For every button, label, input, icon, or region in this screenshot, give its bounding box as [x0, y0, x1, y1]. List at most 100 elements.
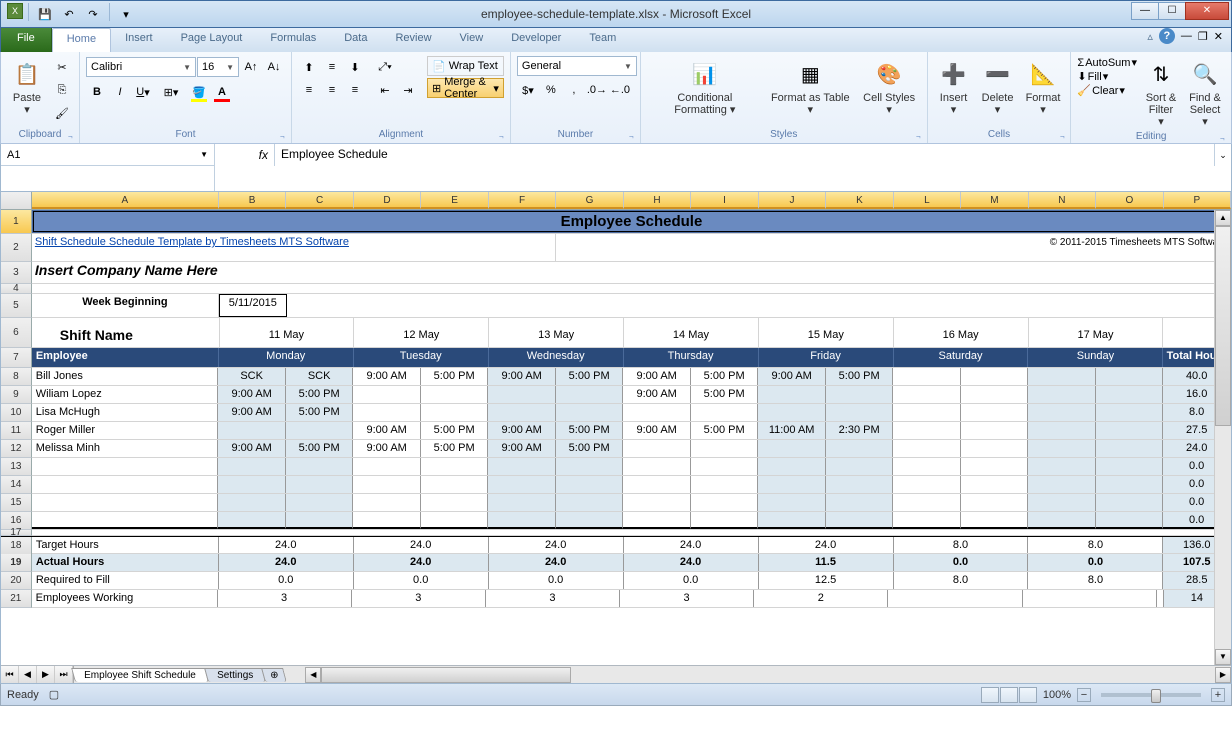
new-sheet-icon[interactable]: ⊕ — [261, 668, 287, 682]
macro-record-icon[interactable]: ▢ — [49, 688, 59, 701]
view-normal-icon[interactable] — [981, 687, 999, 703]
row-header[interactable]: 14 — [1, 476, 32, 494]
date-header[interactable]: 13 May — [489, 318, 624, 347]
autosum-button[interactable]: Σ AutoSum ▾ — [1077, 56, 1137, 69]
shift-cell[interactable]: 9:00 AM — [488, 368, 556, 385]
shift-cell[interactable] — [826, 512, 894, 529]
shift-cell[interactable] — [1096, 368, 1164, 385]
clear-button[interactable]: 🧹 Clear ▾ — [1077, 84, 1137, 97]
shift-cell[interactable] — [893, 476, 961, 493]
view-pagebreak-icon[interactable] — [1019, 687, 1037, 703]
shift-cell[interactable]: 5:00 PM — [421, 368, 489, 385]
shift-cell[interactable] — [556, 458, 624, 475]
summary-value[interactable] — [1157, 590, 1164, 607]
week-beginning-date[interactable]: 5/11/2015 — [219, 294, 287, 317]
employee-header[interactable]: Employee — [32, 348, 219, 367]
shift-cell[interactable] — [488, 404, 556, 421]
col-header[interactable]: D — [354, 192, 421, 209]
tab-page-layout[interactable]: Page Layout — [167, 28, 257, 52]
row-header[interactable]: 8 — [1, 368, 32, 386]
shift-cell[interactable]: 5:00 PM — [691, 386, 759, 403]
shift-cell[interactable] — [286, 476, 354, 493]
shift-cell[interactable] — [623, 512, 691, 529]
employee-name[interactable] — [32, 458, 219, 475]
shift-cell[interactable] — [893, 368, 961, 385]
summary-value[interactable]: 8.0 — [894, 572, 1029, 589]
date-header[interactable]: 16 May — [894, 318, 1029, 347]
employee-name[interactable] — [32, 476, 219, 493]
shift-cell[interactable]: 5:00 PM — [826, 368, 894, 385]
shift-cell[interactable]: 5:00 PM — [286, 386, 354, 403]
summary-value[interactable]: 8.0 — [1028, 572, 1163, 589]
tab-home[interactable]: Home — [52, 28, 111, 52]
shift-cell[interactable] — [961, 368, 1029, 385]
row-header[interactable]: 17 — [1, 530, 32, 536]
shift-cell[interactable] — [691, 476, 759, 493]
shift-cell[interactable]: 9:00 AM — [758, 368, 826, 385]
row-header[interactable]: 12 — [1, 440, 32, 458]
summary-value[interactable]: 3 — [620, 590, 754, 607]
shift-cell[interactable] — [286, 494, 354, 511]
shift-cell[interactable] — [353, 386, 421, 403]
shift-cell[interactable]: 5:00 PM — [556, 368, 624, 385]
row-header[interactable]: 7 — [1, 348, 32, 368]
row-header[interactable]: 5 — [1, 294, 32, 318]
maximize-button[interactable]: ☐ — [1158, 2, 1186, 20]
shift-cell[interactable] — [1028, 368, 1096, 385]
shift-cell[interactable] — [758, 386, 826, 403]
orientation-icon[interactable]: ⤢▾ — [374, 56, 396, 78]
expand-formula-bar-icon[interactable]: ⌄ — [1214, 144, 1231, 166]
name-box[interactable]: A1▼ — [1, 144, 214, 166]
format-painter-icon[interactable]: 🖌 — [51, 102, 73, 124]
summary-value[interactable]: 11.5 — [759, 554, 894, 571]
summary-value[interactable]: 24.0 — [624, 554, 759, 571]
shift-cell[interactable]: 9:00 AM — [623, 422, 691, 439]
border-button[interactable]: ⊞▾ — [160, 81, 182, 103]
shift-cell[interactable] — [286, 422, 354, 439]
align-bottom-icon[interactable]: ⬇ — [344, 56, 366, 78]
date-header[interactable]: 14 May — [624, 318, 759, 347]
row-header[interactable]: 19 — [1, 554, 32, 572]
employee-name[interactable]: Roger Miller — [32, 422, 219, 439]
tab-formulas[interactable]: Formulas — [256, 28, 330, 52]
shift-cell[interactable] — [556, 494, 624, 511]
copyright-cell[interactable]: © 2011-2015 Timesheets MTS Software — [556, 234, 1231, 261]
shift-cell[interactable]: 9:00 AM — [218, 404, 286, 421]
week-beginning-label[interactable]: Week Beginning — [32, 294, 219, 317]
shift-cell[interactable] — [961, 440, 1029, 457]
file-tab[interactable]: File — [1, 28, 52, 52]
shift-cell[interactable] — [1096, 422, 1164, 439]
company-name-cell[interactable]: Insert Company Name Here — [32, 262, 1231, 283]
cut-icon[interactable]: ✂ — [51, 56, 73, 78]
tab-view[interactable]: View — [446, 28, 498, 52]
day-header[interactable]: Sunday — [1028, 348, 1163, 367]
summary-value[interactable]: 8.0 — [894, 537, 1029, 553]
summary-value[interactable]: 24.0 — [624, 537, 759, 553]
shift-cell[interactable] — [758, 494, 826, 511]
row-header[interactable]: 18 — [1, 537, 32, 555]
format-as-table-button[interactable]: ▦Format as Table ▾ — [767, 56, 854, 118]
shift-cell[interactable] — [556, 386, 624, 403]
employee-name[interactable]: Bill Jones — [32, 368, 219, 385]
row-header[interactable]: 20 — [1, 572, 32, 590]
summary-value[interactable]: 24.0 — [489, 554, 624, 571]
summary-value[interactable]: 0.0 — [489, 572, 624, 589]
date-header[interactable]: 15 May — [759, 318, 894, 347]
decrease-decimal-icon[interactable]: ←.0 — [609, 79, 631, 101]
font-size-combo[interactable]: 16▼ — [197, 57, 239, 77]
close-button[interactable]: ✕ — [1185, 2, 1229, 20]
employee-name[interactable] — [32, 512, 219, 529]
row-header[interactable]: 13 — [1, 458, 32, 476]
tab-data[interactable]: Data — [330, 28, 381, 52]
shift-cell[interactable] — [623, 494, 691, 511]
vertical-scrollbar[interactable]: ▲ ▼ — [1214, 210, 1231, 665]
shift-cell[interactable]: 9:00 AM — [623, 386, 691, 403]
shift-cell[interactable] — [893, 404, 961, 421]
currency-icon[interactable]: $▾ — [517, 79, 539, 101]
shift-cell[interactable]: 11:00 AM — [758, 422, 826, 439]
insert-cells-button[interactable]: ➕Insert▾ — [934, 56, 974, 118]
shift-cell[interactable] — [691, 440, 759, 457]
summary-value[interactable]: 0.0 — [624, 572, 759, 589]
summary-value[interactable] — [1023, 590, 1157, 607]
worksheet[interactable]: ABCDEFGHIJKLMNOP 1Employee Schedule2Shif… — [0, 192, 1232, 684]
